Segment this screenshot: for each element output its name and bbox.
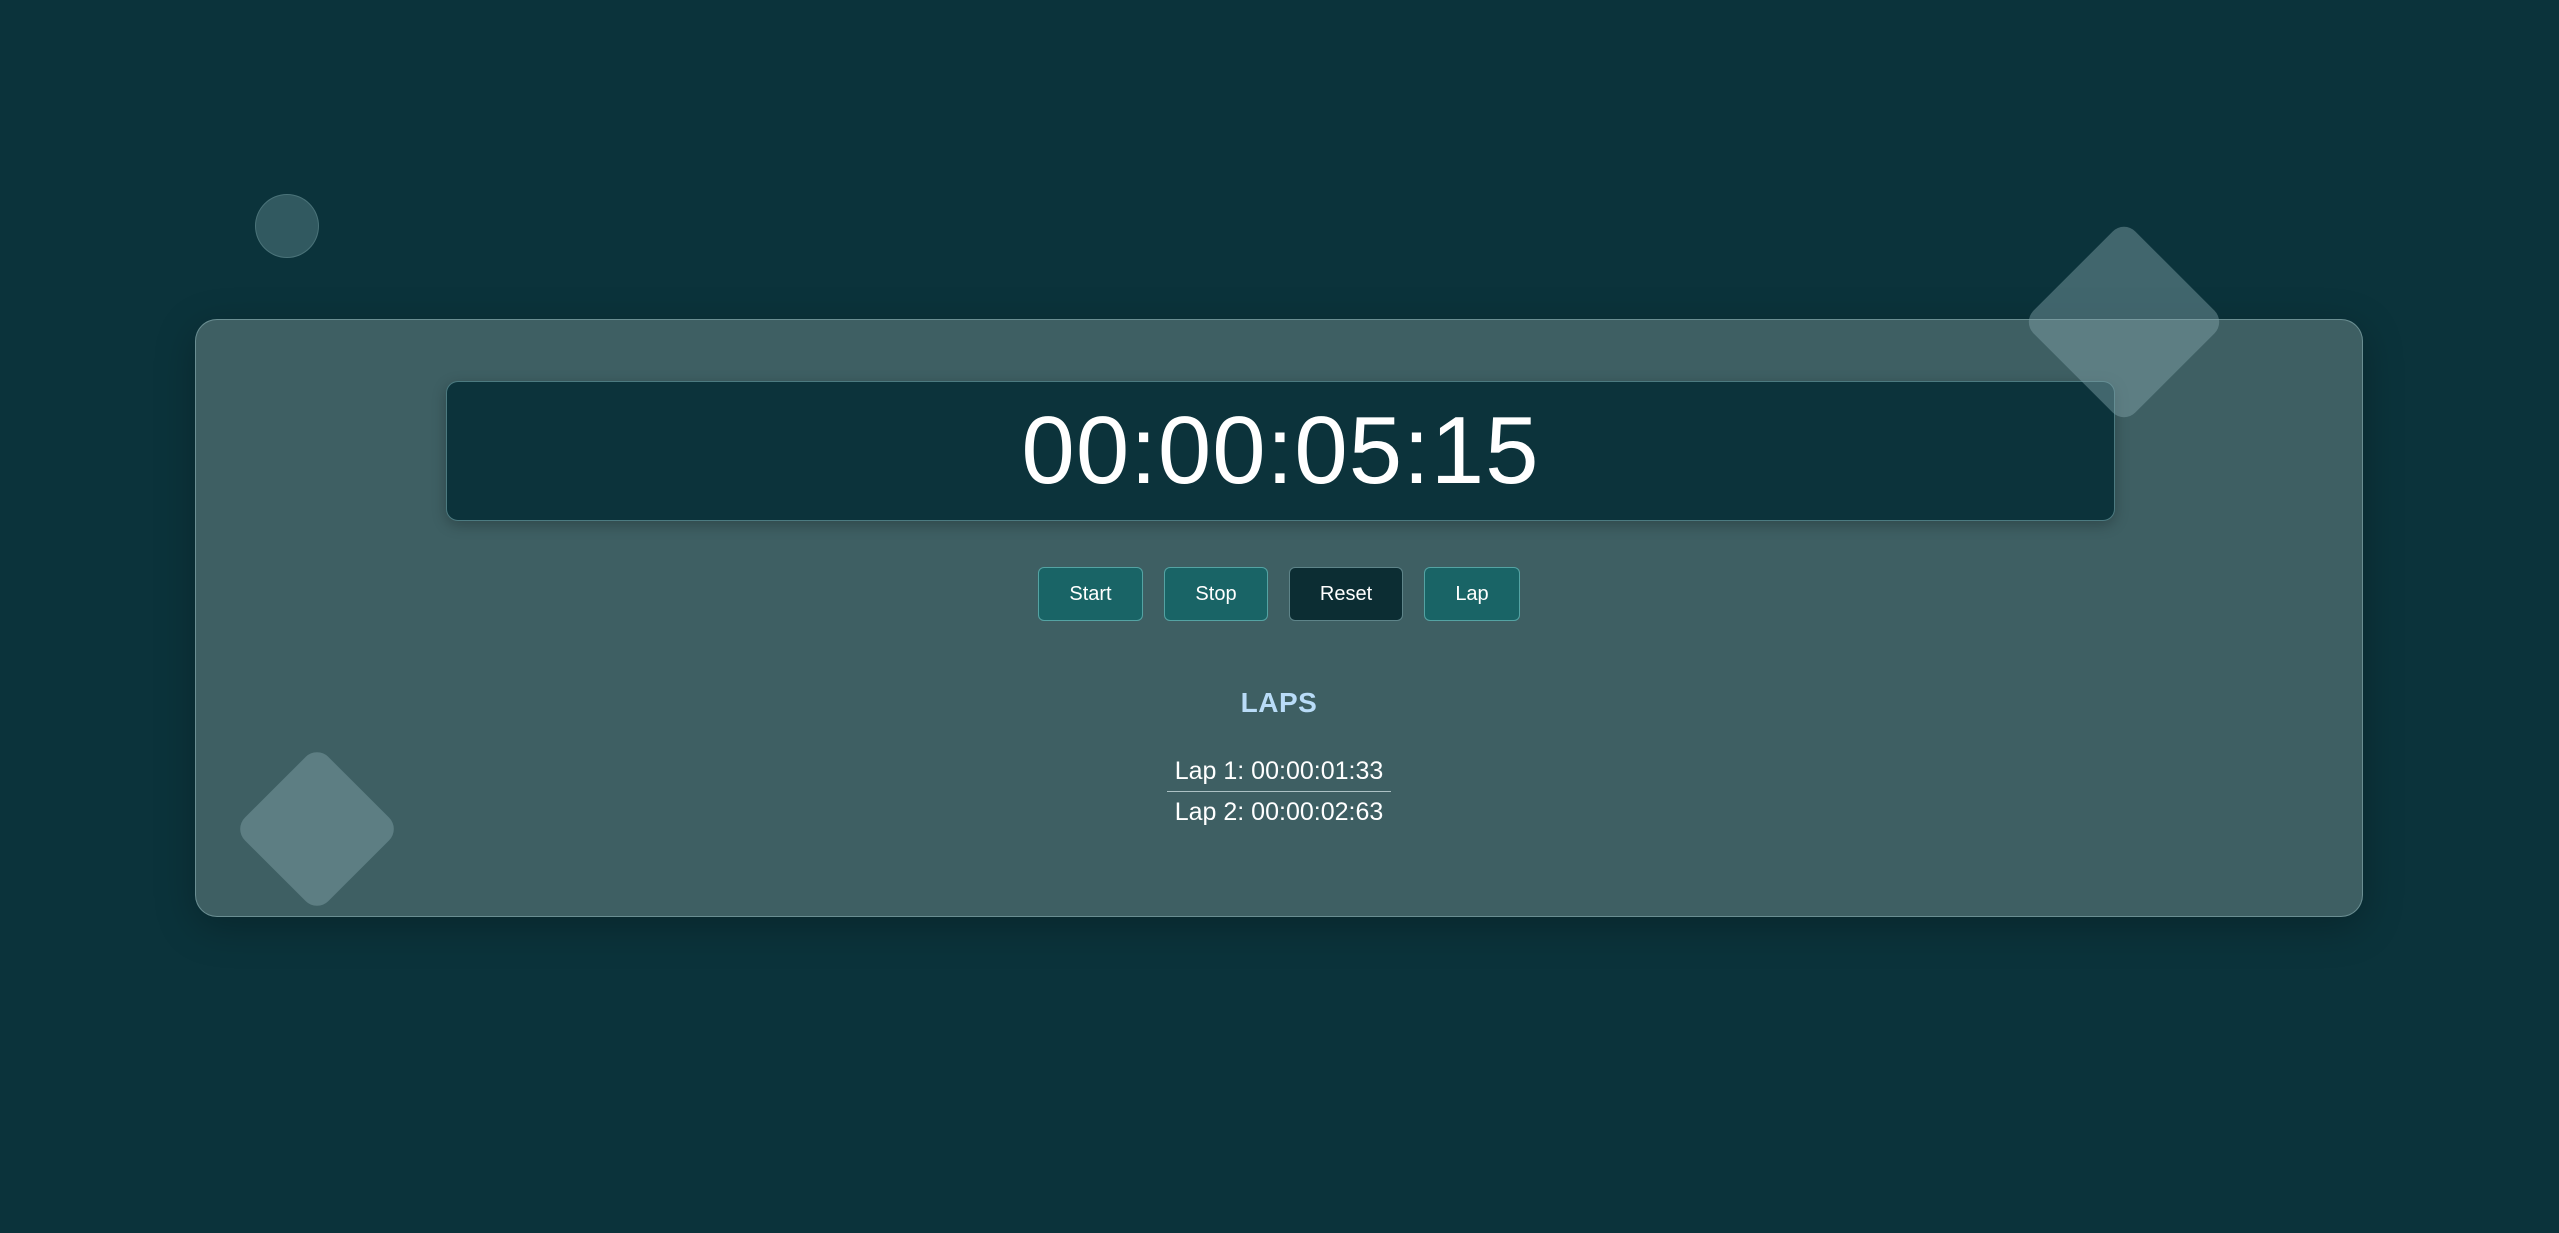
lap-item: Lap 2: 00:00:02:63	[1166, 791, 1392, 832]
timer-display: 00:00:05:15	[446, 381, 2115, 521]
laps-list: Lap 1: 00:00:01:33 Lap 2: 00:00:02:63	[196, 751, 2362, 832]
control-buttons: Start Stop Reset Lap	[196, 567, 2362, 621]
timer-value: 00:00:05:15	[1021, 397, 1540, 504]
decorative-circle	[255, 194, 319, 258]
laps-heading: LAPS	[1240, 687, 1318, 718]
reset-button[interactable]: Reset	[1289, 567, 1403, 621]
page-background: 00:00:05:15 Start Stop Reset Lap LAPS La…	[0, 0, 2559, 1233]
start-button[interactable]: Start	[1038, 567, 1143, 621]
stop-button[interactable]: Stop	[1164, 567, 1268, 621]
stopwatch-card: 00:00:05:15 Start Stop Reset Lap LAPS La…	[195, 319, 2363, 917]
lap-button[interactable]: Lap	[1424, 567, 1520, 621]
lap-item: Lap 1: 00:00:01:33	[1174, 757, 1384, 785]
